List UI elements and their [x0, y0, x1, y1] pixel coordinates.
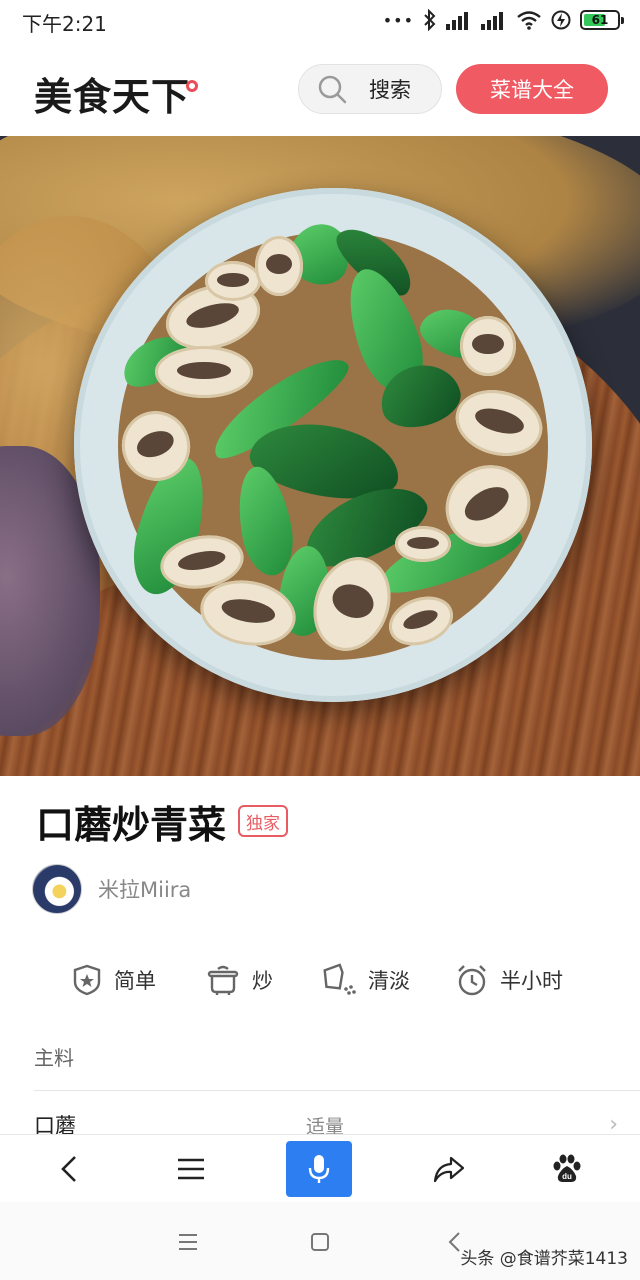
- tag-label: 炒: [252, 969, 273, 993]
- signal-dots: •••: [382, 10, 414, 30]
- share-icon: [433, 1156, 465, 1183]
- exclusive-badge: 独家: [238, 805, 289, 837]
- system-navigation-bar: 头条 @食谱芥菜1413: [0, 1202, 640, 1280]
- status-time: 下午2:21: [22, 12, 107, 36]
- recipe-photo: [0, 136, 640, 776]
- browser-toolbar: du: [0, 1134, 640, 1202]
- tag-label: 半小时: [500, 969, 563, 993]
- wifi-icon: [517, 11, 541, 30]
- difficulty-badge-icon: [73, 964, 101, 996]
- recipe-title: 口蘑炒青菜: [36, 802, 227, 847]
- tag-taste: 清淡: [322, 956, 410, 1004]
- search-label: 搜索: [369, 78, 411, 102]
- tag-label: 清淡: [368, 969, 410, 993]
- baidu-button[interactable]: du: [534, 1141, 600, 1197]
- search-icon: [318, 75, 347, 104]
- tag-time: 半小时: [456, 956, 563, 1004]
- tag-difficulty: 简单: [72, 956, 156, 1004]
- back-button[interactable]: [36, 1141, 102, 1197]
- voice-search-button[interactable]: [286, 1141, 352, 1197]
- back-icon: [61, 1156, 76, 1182]
- alarm-clock-icon: [458, 965, 486, 996]
- battery-level: 61: [591, 13, 609, 27]
- signal-icon: [446, 12, 468, 30]
- home-square-icon: [311, 1233, 329, 1251]
- home-button[interactable]: [300, 1224, 340, 1260]
- menu-icon: [178, 1158, 204, 1180]
- status-bar: 下午2:21 ••• 61: [0, 0, 640, 40]
- app-header: 美食天下 搜索 菜谱大全: [0, 40, 640, 136]
- author-row[interactable]: 米拉Miira: [32, 864, 191, 914]
- recipe-title-row: 口蘑炒青菜 独家: [36, 796, 289, 847]
- battery-icon: 61: [580, 10, 624, 30]
- recipe-tags: 简单 炒 清淡 半小时: [0, 956, 640, 1006]
- tag-method: 炒: [206, 956, 273, 1004]
- menu-button[interactable]: [158, 1141, 224, 1197]
- baidu-text: du: [562, 1172, 572, 1181]
- site-logo[interactable]: 美食天下: [34, 66, 190, 121]
- author-name[interactable]: 米拉Miira: [98, 874, 191, 904]
- back-icon: [448, 1232, 460, 1252]
- tag-label: 简单: [114, 969, 156, 993]
- baidu-paw-icon: du: [553, 1154, 581, 1182]
- signal-icon: [481, 12, 503, 30]
- bluetooth-icon: [424, 9, 436, 31]
- recent-apps-button[interactable]: [168, 1224, 208, 1260]
- share-button[interactable]: [416, 1141, 482, 1197]
- menu-icon: [179, 1234, 197, 1250]
- search-button[interactable]: 搜索: [298, 64, 442, 114]
- seasoning-icon: [323, 963, 356, 995]
- cooking-pot-icon: [207, 965, 239, 995]
- main-ingredients-heading: 主料: [34, 1046, 74, 1070]
- watermark: 头条 @食谱芥菜1413: [460, 1249, 628, 1269]
- recipes-collection-button[interactable]: 菜谱大全: [456, 64, 608, 114]
- charging-icon: [551, 10, 571, 30]
- microphone-icon: [308, 1155, 330, 1183]
- divider: [34, 1090, 640, 1091]
- avatar[interactable]: [32, 864, 82, 914]
- logo-dot-icon: [186, 80, 198, 92]
- status-icons: ••• 61: [382, 8, 624, 32]
